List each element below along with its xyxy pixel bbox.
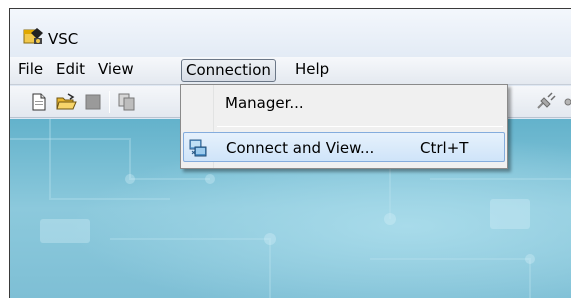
window-title: VSC — [48, 30, 79, 48]
app-icon — [23, 28, 43, 44]
menu-help[interactable]: Help — [291, 59, 333, 82]
menu-item-connect-and-view-shortcut: Ctrl+T — [420, 139, 469, 157]
menu-bar: File Edit View Connection Help — [10, 57, 571, 85]
network-icon[interactable] — [562, 92, 571, 112]
menu-view[interactable]: View — [94, 59, 138, 82]
new-document-icon[interactable] — [28, 92, 50, 112]
connect-view-icon — [189, 139, 207, 157]
menu-connection[interactable]: Connection — [181, 59, 276, 82]
stop-icon[interactable] — [82, 92, 104, 112]
menu-item-connect-and-view-label: Connect and View... — [226, 139, 375, 157]
title-bar[interactable]: VSC — [10, 9, 571, 57]
menu-item-manager-label: Manager... — [225, 94, 304, 112]
menu-separator — [217, 126, 503, 127]
menu-file[interactable]: File — [14, 59, 47, 82]
copy-icon[interactable] — [116, 92, 138, 112]
connect-plug-icon[interactable] — [534, 92, 556, 112]
menu-item-manager[interactable]: Manager... — [183, 88, 505, 118]
menu-edit[interactable]: Edit — [52, 59, 89, 82]
open-folder-icon[interactable] — [55, 92, 77, 112]
toolbar-separator — [109, 91, 110, 113]
connection-dropdown-menu: Manager... Connect and View... Ctrl+T — [180, 84, 508, 169]
menu-item-connect-and-view[interactable]: Connect and View... Ctrl+T — [183, 132, 505, 162]
